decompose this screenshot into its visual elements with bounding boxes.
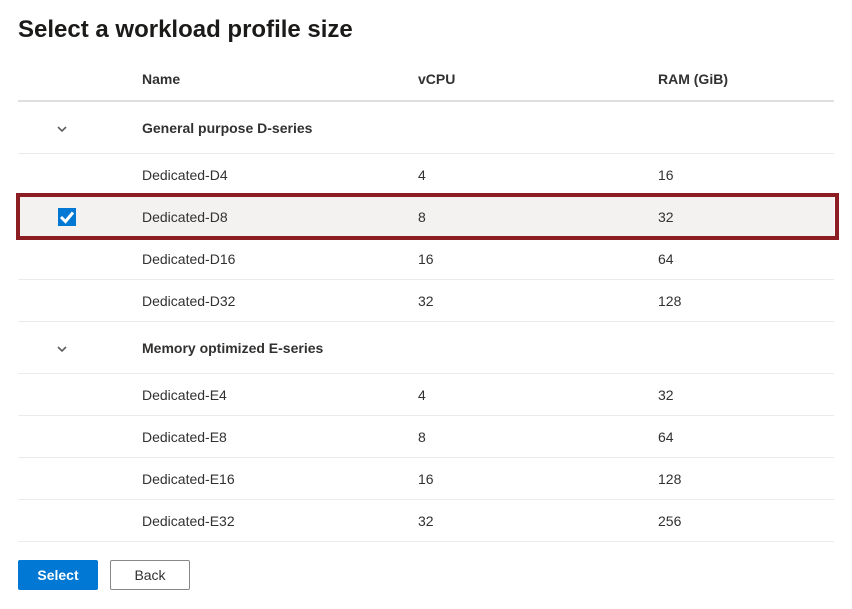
table-row-selected[interactable]: Dedicated-D8 8 32 [18, 196, 834, 238]
row-ram: 32 [650, 379, 830, 411]
row-ram: 128 [650, 285, 830, 317]
page-title: Select a workload profile size [18, 16, 834, 44]
table-row[interactable]: Dedicated-D4 4 16 [18, 154, 834, 196]
row-vcpu: 8 [410, 201, 650, 233]
column-header-vcpu[interactable]: vCPU [410, 65, 650, 97]
chevron-down-icon [56, 342, 68, 354]
chevron-down-icon [56, 122, 68, 134]
row-name: Dedicated-E4 [134, 379, 410, 411]
footer-actions: Select Back [18, 560, 834, 590]
header-spacer [22, 73, 134, 89]
back-button[interactable]: Back [110, 560, 190, 590]
table-row[interactable]: Dedicated-E32 32 256 [18, 500, 834, 542]
group-label: Memory optimized E-series [134, 332, 410, 364]
checkmark-icon [58, 208, 76, 226]
row-vcpu: 8 [410, 421, 650, 453]
row-vcpu: 16 [410, 243, 650, 275]
row-name: Dedicated-D8 [134, 201, 410, 233]
row-name: Dedicated-E32 [134, 505, 410, 537]
table-row[interactable]: Dedicated-D32 32 128 [18, 280, 834, 322]
table-row[interactable]: Dedicated-E4 4 32 [18, 374, 834, 416]
group-header[interactable]: General purpose D-series [18, 102, 834, 154]
table-row[interactable]: Dedicated-E16 16 128 [18, 458, 834, 500]
row-name: Dedicated-E16 [134, 463, 410, 495]
row-ram: 64 [650, 421, 830, 453]
row-vcpu: 4 [410, 159, 650, 191]
row-vcpu: 32 [410, 285, 650, 317]
row-name: Dedicated-D4 [134, 159, 410, 191]
select-button[interactable]: Select [18, 560, 98, 590]
table-header-row: Name vCPU RAM (GiB) [18, 62, 834, 102]
row-ram: 64 [650, 243, 830, 275]
row-vcpu: 32 [410, 505, 650, 537]
row-name: Dedicated-D16 [134, 243, 410, 275]
table-row[interactable]: Dedicated-E8 8 64 [18, 416, 834, 458]
row-ram: 256 [650, 505, 830, 537]
column-header-name[interactable]: Name [134, 65, 410, 97]
group-label: General purpose D-series [134, 112, 410, 144]
row-vcpu: 4 [410, 379, 650, 411]
row-vcpu: 16 [410, 463, 650, 495]
row-ram: 16 [650, 159, 830, 191]
column-header-ram[interactable]: RAM (GiB) [650, 65, 830, 97]
row-ram: 32 [650, 201, 830, 233]
table-row[interactable]: Dedicated-D16 16 64 [18, 238, 834, 280]
profile-table: Name vCPU RAM (GiB) General purpose D-se… [18, 62, 834, 542]
row-ram: 128 [650, 463, 830, 495]
row-name: Dedicated-D32 [134, 285, 410, 317]
group-header[interactable]: Memory optimized E-series [18, 322, 834, 374]
row-name: Dedicated-E8 [134, 421, 410, 453]
